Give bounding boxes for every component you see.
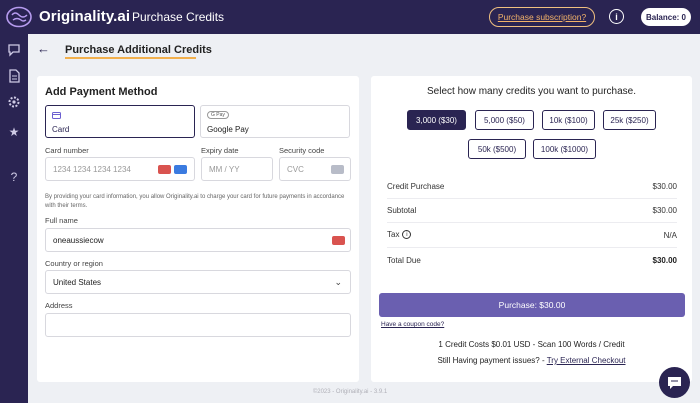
divider <box>387 222 677 223</box>
full-name-field[interactable]: oneaussiecow <box>45 228 351 252</box>
expiry-placeholder: MM / YY <box>209 164 240 174</box>
brand-name[interactable]: Originality.ai <box>39 8 130 25</box>
footer-copyright: ©2023 - Originality.ai - 3.9.1 <box>312 389 388 395</box>
payment-terms-notice: By providing your card information, you … <box>45 194 345 209</box>
chat-bubble-icon <box>668 376 681 389</box>
document-icon[interactable] <box>7 69 21 83</box>
credit-purchase-label: Credit Purchase <box>387 182 445 191</box>
gpay-badge: G Pay <box>207 111 229 119</box>
star-icon[interactable]: ★ <box>7 125 21 139</box>
select-credits-heading: Select how many credits you want to purc… <box>427 86 636 97</box>
amex-icon <box>174 165 187 174</box>
tab-card-label: Card <box>52 125 70 134</box>
cvc-placeholder: CVC <box>287 164 304 174</box>
help-question-icon[interactable]: ? <box>7 170 21 184</box>
country-select[interactable]: United States ⌄ <box>45 270 351 294</box>
external-checkout-link[interactable]: Try External Checkout <box>547 356 626 365</box>
divider <box>387 247 677 248</box>
info-icon[interactable]: i <box>609 9 624 24</box>
divider <box>387 198 677 199</box>
mastercard-icon <box>158 165 171 174</box>
full-name-value: oneaussiecow <box>53 235 104 245</box>
tab-card[interactable]: Card <box>45 105 195 138</box>
tax-info-icon[interactable]: i <box>402 230 412 240</box>
purchase-button[interactable]: Purchase: $30.00 <box>379 293 685 317</box>
security-code-label: Security code <box>279 146 325 155</box>
tax-label: Tax <box>387 230 400 239</box>
full-name-label: Full name <box>45 216 78 225</box>
coupon-code-link[interactable]: Have a coupon code? <box>381 321 444 328</box>
balance-badge[interactable]: Balance: 0 <box>641 8 691 26</box>
address-label: Address <box>45 301 73 310</box>
credit-card-icon <box>52 112 61 119</box>
tab-google-pay-label: Google Pay <box>207 125 249 134</box>
tax-value: N/A <box>663 231 677 240</box>
credit-option[interactable]: 5,000 ($50) <box>475 110 534 130</box>
credit-option[interactable]: 50k ($500) <box>468 139 526 159</box>
security-code-field[interactable]: CVC <box>279 157 351 181</box>
credit-option[interactable]: 10k ($100) <box>542 110 595 130</box>
sidebar: ★ ? <box>0 34 28 403</box>
chat-support-button[interactable] <box>659 367 690 398</box>
chat-scan-icon[interactable] <box>7 43 21 57</box>
page-title: Purchase Additional Credits <box>65 44 212 56</box>
card-number-field[interactable]: 1234 1234 1234 1234 <box>45 157 195 181</box>
credit-purchase-value: $30.00 <box>652 182 677 191</box>
total-due-value: $30.00 <box>652 256 677 265</box>
card-number-label: Card number <box>45 146 89 155</box>
title-underline <box>65 57 196 59</box>
total-due-label: Total Due <box>387 256 421 265</box>
tax-row: Tax i <box>387 230 412 240</box>
credit-option[interactable]: 100k ($1000) <box>533 139 596 159</box>
chevron-down-icon: ⌄ <box>334 276 342 287</box>
payment-issues-text: Still Having payment issues? - <box>437 356 547 365</box>
add-payment-method-heading: Add Payment Method <box>45 86 158 98</box>
subtotal-value: $30.00 <box>652 206 677 215</box>
cvc-card-icon <box>331 165 344 174</box>
credit-option[interactable]: 3,000 ($30) <box>407 110 466 130</box>
country-value: United States <box>53 277 102 287</box>
subtotal-label: Subtotal <box>387 206 417 215</box>
address-field[interactable] <box>45 313 351 337</box>
autofill-icon[interactable] <box>332 236 345 245</box>
page-heading: Purchase Credits <box>132 10 225 24</box>
purchase-subscription-link[interactable]: Purchase subscription? <box>489 7 595 27</box>
credit-option[interactable]: 25k ($250) <box>603 110 656 130</box>
payment-issues-row: Still Having payment issues? - Try Exter… <box>371 356 692 365</box>
settings-gear-icon[interactable] <box>7 95 21 109</box>
expiry-label: Expiry date <box>201 146 239 155</box>
credit-cost-info: 1 Credit Costs $0.01 USD - Scan 100 Word… <box>438 340 625 349</box>
card-number-placeholder: 1234 1234 1234 1234 <box>53 164 131 174</box>
tab-google-pay[interactable]: G Pay Google Pay <box>200 105 350 138</box>
brain-logo-icon[interactable] <box>6 6 33 28</box>
back-arrow-icon[interactable]: ← <box>37 41 50 56</box>
country-label: Country or region <box>45 259 103 268</box>
top-bar: Originality.ai Purchase Credits Purchase… <box>0 0 700 34</box>
expiry-field[interactable]: MM / YY <box>201 157 273 181</box>
